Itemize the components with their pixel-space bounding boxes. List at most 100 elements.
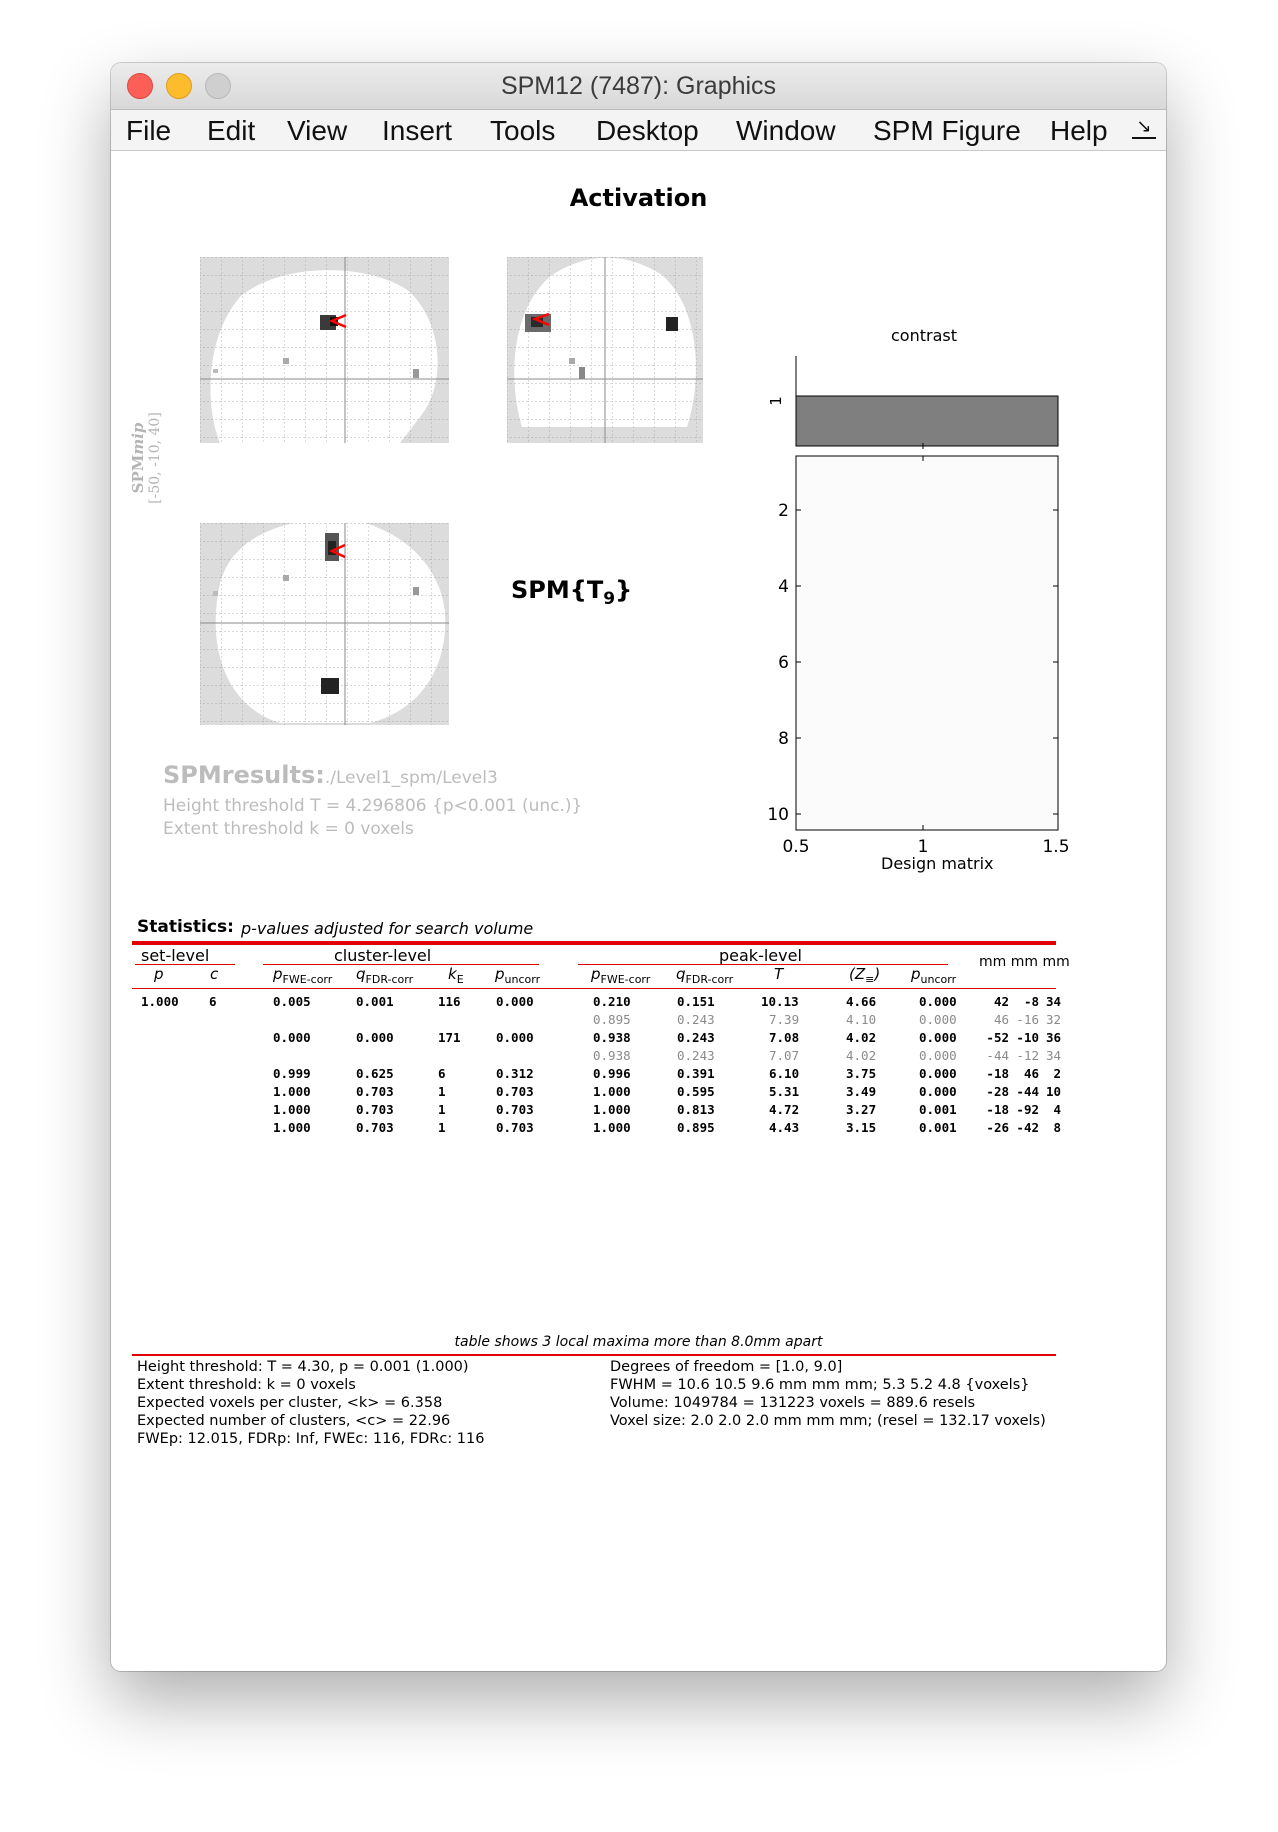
cell-x: 42 xyxy=(993,994,1009,1009)
col-peak-punc-sub: uncorr xyxy=(920,973,957,986)
cell-x: -52 xyxy=(986,1030,1009,1045)
cell-cluster-qfdr: 0.000 xyxy=(356,1030,394,1045)
cell-peak-z: 3.75 xyxy=(846,1066,877,1081)
cell-z: 10 xyxy=(1045,1084,1061,1099)
stat-type-label: SPM{T9} xyxy=(511,576,632,609)
table-header-rule xyxy=(132,988,1056,989)
col-cluster-ke-sub: E xyxy=(456,973,464,986)
coords-header: mm mm mm xyxy=(979,954,1070,970)
cell-x: -28 xyxy=(986,1084,1009,1099)
figure-title: Activation xyxy=(569,184,708,212)
cell-x: 46 xyxy=(993,1012,1009,1027)
stat-type-dof: 9 xyxy=(603,588,616,609)
cell-cluster-pfwe: 0.999 xyxy=(273,1066,311,1081)
cell-set-c: 6 xyxy=(209,994,217,1009)
mip-caption-italic: mip xyxy=(129,422,147,455)
mip-caption-coords: [-50, -10, 40] xyxy=(147,412,163,504)
cell-cluster-qfdr: 0.703 xyxy=(356,1102,394,1117)
menu-desktop[interactable]: Desktop xyxy=(596,115,699,147)
menu-file[interactable]: File xyxy=(126,115,171,147)
menu-help[interactable]: Help xyxy=(1050,115,1108,147)
cell-y: -16 xyxy=(1016,1012,1039,1027)
cell-peak-t: 4.72 xyxy=(769,1102,800,1117)
table-row[interactable]: 1.000 6 0.005 0.001 116 0.000 0.210 0.15… xyxy=(111,994,1166,1012)
mip-caption-label: SPMmip xyxy=(129,383,147,533)
cell-peak-pfwe: 0.938 xyxy=(593,1048,631,1063)
menu-spm-figure[interactable]: SPM Figure xyxy=(873,115,1021,147)
statistics-subtitle: p-values adjusted for search volume xyxy=(241,919,534,938)
mip-caption: SPMmip [-50, -10, 40] xyxy=(129,383,163,533)
menu-view[interactable]: View xyxy=(287,115,347,147)
cell-peak-z: 3.27 xyxy=(846,1102,877,1117)
cell-cluster-ke: 1 xyxy=(438,1102,446,1117)
cell-peak-pfwe: 0.210 xyxy=(593,994,631,1009)
menu-window[interactable]: Window xyxy=(736,115,836,147)
table-row[interactable]: 1.000 0.703 1 0.703 1.000 0.813 4.72 3.2… xyxy=(111,1102,1166,1120)
cell-peak-t: 7.07 xyxy=(769,1048,800,1063)
cell-cluster-pfwe: 1.000 xyxy=(273,1084,311,1099)
table-row[interactable]: 1.000 0.703 1 0.703 1.000 0.595 5.31 3.4… xyxy=(111,1084,1166,1102)
footer-left: Height threshold: T = 4.30, p = 0.001 (1… xyxy=(137,1358,484,1448)
table-footnote: table shows 3 local maxima more than 8.0… xyxy=(454,1334,823,1350)
ytick-10: 10 xyxy=(767,805,789,825)
col-peak-z-sub: ≡ xyxy=(865,973,875,986)
mip-axial[interactable] xyxy=(200,523,449,725)
col-peak-pfwe-sub: FWE-corr xyxy=(600,973,651,986)
col-cluster-ke: kE xyxy=(448,965,464,986)
ytick-6: 6 xyxy=(778,653,789,673)
cell-peak-qfdr: 0.895 xyxy=(677,1120,715,1135)
table-row[interactable]: 0.938 0.243 7.07 4.02 0.000 -44 -12 34 xyxy=(111,1048,1166,1066)
cell-peak-punc: 0.000 xyxy=(919,1084,957,1099)
ytick-4: 4 xyxy=(778,577,789,597)
footer-rule xyxy=(132,1354,1056,1356)
cell-peak-pfwe: 0.938 xyxy=(593,1030,631,1045)
table-row[interactable]: 0.000 0.000 171 0.000 0.938 0.243 7.08 4… xyxy=(111,1030,1166,1048)
cell-peak-punc: 0.000 xyxy=(919,1030,957,1045)
col-peak-t: T xyxy=(774,965,784,983)
table-top-rule xyxy=(132,941,1056,945)
table-row[interactable]: 1.000 0.703 1 0.703 1.000 0.895 4.43 3.1… xyxy=(111,1120,1166,1138)
col-peak-qfdr: qFDR-corr xyxy=(676,965,733,986)
table-row[interactable]: 0.895 0.243 7.39 4.10 0.000 46 -16 32 xyxy=(111,1012,1166,1030)
mip-sagittal[interactable] xyxy=(200,257,449,443)
extent-threshold-note: Extent threshold k = 0 voxels xyxy=(163,819,414,839)
cell-peak-pfwe: 0.996 xyxy=(593,1066,631,1081)
menu-edit[interactable]: Edit xyxy=(207,115,255,147)
design-matrix-panel[interactable]: 1 2 4 6 8 10 0.5 1 1.5 xyxy=(751,346,1081,856)
cell-y: -92 xyxy=(1016,1102,1039,1117)
cluster-level-header: cluster-level xyxy=(334,946,432,965)
dock-figure-icon[interactable]: ↘ xyxy=(1132,116,1156,139)
cell-cluster-pfwe: 0.005 xyxy=(273,994,311,1009)
cell-cluster-ke: 1 xyxy=(438,1120,446,1135)
cell-peak-t: 7.39 xyxy=(769,1012,800,1027)
cell-cluster-punc: 0.703 xyxy=(496,1084,534,1099)
footer-right-line: Degrees of freedom = [1.0, 9.0] xyxy=(610,1359,843,1375)
title-bar[interactable]: SPM12 (7487): Graphics xyxy=(111,63,1166,110)
results-path: ./Level1_spm/Level3 xyxy=(324,768,498,788)
cell-y: -8 xyxy=(1023,994,1039,1009)
col-cluster-punc-sym: p xyxy=(495,965,505,983)
xtick-0-5: 0.5 xyxy=(782,837,809,856)
cell-cluster-ke: 116 xyxy=(438,994,461,1009)
footer-left-line: Expected voxels per cluster, <k> = 6.358 xyxy=(137,1395,443,1411)
cell-peak-qfdr: 0.243 xyxy=(677,1048,715,1063)
mip-axial-graphic xyxy=(200,523,449,725)
stat-type-text: SPM{T xyxy=(511,576,604,604)
cell-peak-z: 3.49 xyxy=(846,1084,877,1099)
col-peak-punc-sym: p xyxy=(911,965,921,983)
cell-peak-pfwe: 1.000 xyxy=(593,1120,631,1135)
table-row[interactable]: 0.999 0.625 6 0.312 0.996 0.391 6.10 3.7… xyxy=(111,1066,1166,1084)
cell-peak-punc: 0.000 xyxy=(919,994,957,1009)
cell-z: 8 xyxy=(1053,1120,1061,1135)
window-title: SPM12 (7487): Graphics xyxy=(500,72,777,100)
statistics-title: Statistics: xyxy=(137,917,234,937)
menu-insert[interactable]: Insert xyxy=(382,115,452,147)
cell-peak-punc: 0.000 xyxy=(919,1012,957,1027)
col-cluster-pfwe-sym: p xyxy=(273,965,283,983)
menu-tools[interactable]: Tools xyxy=(490,115,555,147)
cell-cluster-pfwe: 0.000 xyxy=(273,1030,311,1045)
col-cluster-pfwe-sub: FWE-corr xyxy=(282,973,333,986)
col-set-c: c xyxy=(210,965,219,983)
cell-z: 32 xyxy=(1045,1012,1061,1027)
mip-coronal[interactable] xyxy=(507,257,703,443)
